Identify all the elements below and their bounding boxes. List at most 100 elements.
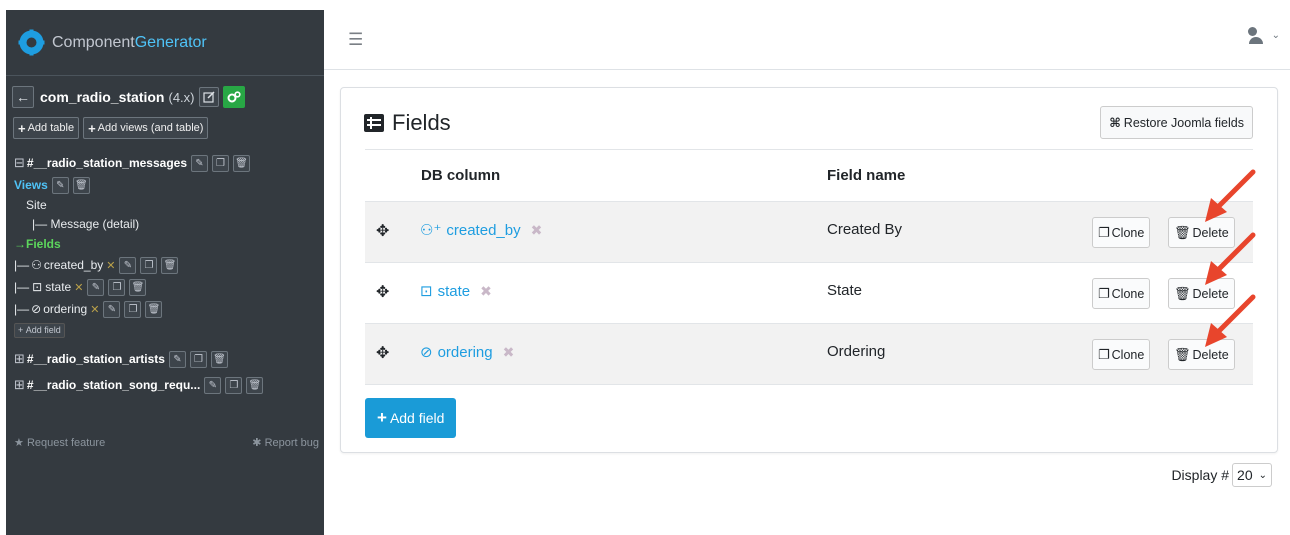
clone-button[interactable]: ❐ Clone [1092,278,1151,309]
message-view-label[interactable]: |— Message (detail) [32,217,139,231]
trash-icon: 🗑 [1174,224,1191,240]
compile-gears-icon[interactable] [223,86,246,108]
display-label: Display # [1171,467,1230,483]
table-name-song-requests[interactable]: #__radio_station_song_requ... [27,378,200,392]
component-version: (4.x) [168,89,195,105]
table-row: ✥ ⊘ ordering ✖ Ordering ❐ Clone 🗑 Delete [365,324,1253,385]
field-name-state[interactable]: state [45,280,71,294]
edit-icon[interactable]: ✎ [119,256,137,274]
field-name-created-by[interactable]: created_by [44,258,103,272]
db-column-text: state [437,282,471,300]
plus-icon: + [377,408,387,427]
report-bug-link[interactable]: ✱ Report bug [252,436,319,449]
add-field-small-button[interactable]: + Add field [14,322,65,338]
field-name-cell: State [827,282,863,299]
tree-fields: → Fields [14,234,319,254]
table-name-artists[interactable]: #__radio_station_artists [27,352,165,366]
trash-icon[interactable]: 🗑 [129,278,147,296]
joomla-icon: ✖ [502,343,515,360]
clone-icon[interactable]: ❐ [212,154,229,172]
tree-message-view[interactable]: |— Message (detail) [14,214,319,234]
add-views-button[interactable]: + Add views (and table) [83,117,209,139]
dropdown-box-icon: ⊡ [32,280,43,294]
move-handle-icon[interactable]: ✥ [376,221,389,241]
header-field-name: Field name [827,167,906,184]
site-label: Site [26,198,47,212]
bug-icon: ✱ [252,437,262,449]
table-row: ✥ ⚇⁺ created_by ✖ Created By ❐ Clone 🗑 Del… [365,202,1253,263]
edit-icon[interactable]: ✎ [103,300,121,318]
restore-joomla-fields-button[interactable]: ⌘ Restore Joomla fields [1100,106,1253,139]
clone-icon[interactable]: ❐ [189,350,207,368]
edit-icon[interactable]: ✎ [168,350,186,368]
add-table-button[interactable]: + Add table [13,117,80,139]
tree-prefix: |— [14,258,30,272]
back-arrow-icon[interactable]: ← [12,86,34,108]
add-field-button[interactable]: + Add field [365,398,457,438]
edit-icon[interactable]: ✎ [51,176,69,194]
trash-icon[interactable]: 🗑 [233,154,250,172]
trash-icon[interactable]: 🗑 [210,350,228,368]
db-column-link[interactable]: ⊘ ordering ✖ [420,343,515,362]
db-column-link[interactable]: ⊡ state ✖ [420,282,492,301]
tree-field-created-by: |— ⚇ created_by ✕ ✎ ❐ 🗑 [14,254,319,276]
field-name-cell: Created By [827,221,903,238]
tree-prefix: |— [14,280,30,294]
clone-button[interactable]: ❐ Clone [1092,217,1151,248]
tree-prefix: |— [14,302,30,316]
trash-icon[interactable]: 🗑 [246,376,264,394]
add-field-label: Add field [389,410,445,426]
collapse-icon[interactable]: ⊟ [14,155,25,171]
header-db-column: DB column [421,167,501,184]
brand[interactable]: ComponentGenerator [6,10,324,76]
display-select[interactable]: 20 ⌄ [1232,463,1272,487]
clone-icon[interactable]: ❐ [124,300,142,318]
annotation-arrow-icon [1205,169,1256,222]
user-menu[interactable]: ⌄ [1243,27,1280,44]
display-count: Display # 20 ⌄ [1171,463,1272,487]
move-handle-icon[interactable]: ✥ [376,343,389,363]
page-title-text: Fields [392,110,451,135]
move-handle-icon[interactable]: ✥ [376,282,389,302]
sidebar: ComponentGenerator ← com_radio_station (… [6,10,324,535]
plus-icon: + [18,120,26,136]
component-name[interactable]: com_radio_station [40,89,164,105]
clone-icon[interactable]: ❐ [108,278,126,296]
expand-icon[interactable]: ⊞ [14,351,25,367]
tree-views: Views ✎ 🗑 [14,174,319,196]
expand-icon[interactable]: ⊞ [14,377,25,393]
brand-logo-icon [18,29,45,56]
annotation-arrow-icon [1205,294,1256,347]
clone-icon: ❐ [1098,285,1110,301]
trash-icon[interactable]: 🗑 [161,256,179,274]
db-column-link[interactable]: ⚇⁺ created_by ✖ [420,221,542,240]
request-feature-label: Request feature [26,437,106,449]
add-field-small-label: Add field [25,325,61,335]
clone-icon[interactable]: ❐ [140,256,158,274]
fields-label[interactable]: Fields [26,237,61,251]
edit-icon[interactable]: ✎ [87,278,105,296]
edit-component-icon[interactable] [199,87,220,107]
clone-icon[interactable]: ❐ [225,376,243,394]
field-name-ordering[interactable]: ordering [43,302,87,316]
user-plus-icon: ⚇ [31,258,42,272]
edit-icon[interactable]: ✎ [191,154,208,172]
table-row: ✥ ⊡ state ✖ State ❐ Clone 🗑 Delete [365,263,1253,324]
trash-icon[interactable]: 🗑 [145,300,163,318]
edit-icon[interactable]: ✎ [204,376,222,394]
joomla-icon: ✕ [74,281,84,294]
report-bug-label: Report bug [264,437,319,449]
clone-button[interactable]: ❐ Clone [1092,339,1151,370]
tree-table-artists: ⊞ #__radio_station_artists ✎ ❐ 🗑 [14,348,319,370]
views-label[interactable]: Views [14,178,48,192]
trash-icon[interactable]: 🗑 [72,176,90,194]
add-table-label: Add table [27,122,75,134]
joomla-icon: ✕ [106,259,116,272]
hamburger-menu-icon[interactable]: ☰ [348,30,363,50]
tree-add-field: + Add field [14,320,319,340]
component-tree: ⊟ #__radio_station_messages ✎ ❐ 🗑 Views … [14,152,319,396]
arrow-right-icon: → [14,237,26,251]
request-feature-link[interactable]: ★ Request feature [14,436,105,449]
brand-name: ComponentGenerator [52,33,207,51]
table-name-messages[interactable]: #__radio_station_messages [27,156,187,170]
